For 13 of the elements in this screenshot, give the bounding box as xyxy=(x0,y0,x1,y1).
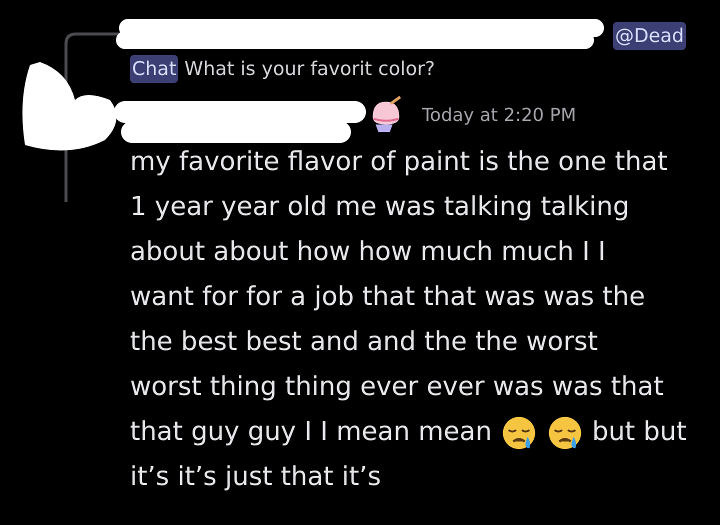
message-text: worst thing thing ever ever was was that xyxy=(130,371,664,404)
message-text: it’s it’s just that it’s xyxy=(130,461,381,494)
message-text: 1 year year old me was talking talking xyxy=(130,191,630,224)
message-text: the best best and and the the worst xyxy=(130,326,598,359)
message-text: about about how how much much I I xyxy=(130,236,606,269)
message-text: want for for a job that that was was the xyxy=(130,281,646,314)
mention-link[interactable]: @Dead xyxy=(612,22,686,50)
message-text: but but xyxy=(592,416,687,449)
message-text: my favorite flavor of paint is the one that xyxy=(130,146,668,179)
mention-link[interactable]: Chat xyxy=(130,54,178,84)
timestamp: Today at 2:20 PM xyxy=(422,104,576,128)
message-text: that guy guy I I mean mean xyxy=(130,416,492,449)
reply-text: What is your favorit color? xyxy=(184,56,435,82)
